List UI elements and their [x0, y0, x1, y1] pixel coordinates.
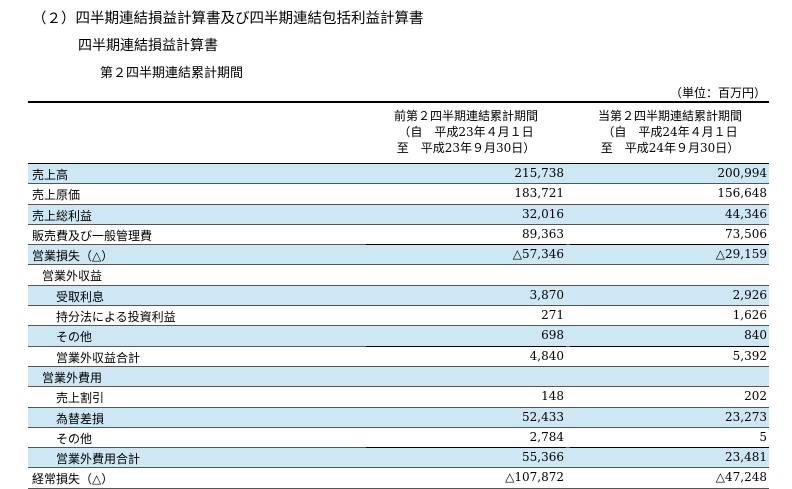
table-row: 受取利息 3,870 2,926 — [28, 285, 769, 307]
row-label: 営業外収益合計 — [56, 350, 141, 365]
prior-value: 32,016 — [522, 206, 564, 221]
row-label: 経常損失（△） — [32, 472, 114, 487]
row-label: 受取利息 — [56, 289, 105, 304]
prior-value: 148 — [541, 389, 564, 404]
prior-value: △57,346 — [512, 247, 564, 262]
table-row: その他 698 840 — [28, 326, 769, 347]
table-row: 販売費及び一般管理費 89,363 73,506 — [28, 225, 769, 246]
row-label: 営業損失（△） — [32, 249, 114, 264]
row-label: 売上原価 — [32, 188, 81, 203]
table-row: 為替差損 52,433 23,273 — [28, 407, 769, 428]
current-value: 5 — [759, 429, 767, 444]
row-label: 売上高 — [32, 168, 69, 182]
current-value: 23,481 — [725, 450, 767, 465]
prior-value: 698 — [541, 328, 564, 343]
row-label: その他 — [56, 330, 93, 345]
unit-label: （単位：百万円） — [669, 86, 766, 100]
prior-value: 55,366 — [522, 450, 564, 465]
prior-header-line: （自 平成23年４月１日 — [398, 125, 534, 139]
table-header: 前第２四半期連結累計期間 （自 平成23年４月１日 至 平成23年９月30日） … — [28, 103, 769, 164]
row-label: 営業外費用 — [42, 370, 103, 385]
current-value: 23,273 — [725, 409, 767, 424]
prior-value: 4,840 — [529, 348, 564, 363]
current-header-line: （自 平成24年４月１日 — [602, 125, 738, 139]
current-value: 156,648 — [717, 186, 767, 201]
table-row: 営業外収益 — [28, 265, 769, 286]
current-value: 200,994 — [717, 166, 767, 180]
current-value: 202 — [744, 389, 767, 404]
table-row: 持分法による投資利益 271 1,626 — [28, 306, 769, 327]
prior-header-line: 至 平成23年９月30日） — [396, 141, 536, 155]
current-value: △29,159 — [715, 247, 767, 262]
current-header-line: 当第２四半期連結累計期間 — [597, 109, 742, 123]
row-label: 売上総利益 — [32, 208, 93, 223]
current-value: 2,926 — [732, 287, 767, 302]
table-row: 営業外収益合計 4,840 5,392 — [28, 347, 769, 367]
statement-title: 四半期連結損益計算書 — [78, 38, 218, 54]
current-period-header: 当第２四半期連結累計期間 （自 平成24年４月１日 至 平成24年９月30日） — [570, 108, 770, 156]
prior-header-line: 前第２四半期連結累計期間 — [393, 109, 538, 123]
prior-value: △107,872 — [505, 470, 564, 485]
row-label: 営業外収益 — [42, 269, 103, 284]
current-header-line: 至 平成24年９月30日） — [600, 141, 740, 155]
table-row: 売上高 215,738 200,994 — [28, 164, 769, 185]
table-row: 売上割引 148 202 — [28, 387, 769, 408]
prior-value: 3,870 — [529, 287, 564, 302]
table-row: 営業外費用合計 55,366 23,481 — [28, 448, 769, 469]
row-label: 持分法による投資利益 — [56, 310, 176, 325]
prior-value: 271 — [541, 308, 564, 323]
table-row: 売上総利益 32,016 44,346 — [28, 204, 769, 225]
section-title: （２）四半期連結損益計算書及び四半期連結包括利益計算書 — [32, 11, 424, 27]
row-label: 売上割引 — [56, 391, 105, 406]
current-value: 1,626 — [732, 308, 767, 323]
current-value: 5,392 — [732, 348, 767, 363]
prior-value: 89,363 — [522, 226, 564, 241]
financial-statement-page: （２）四半期連結損益計算書及び四半期連結包括利益計算書 四半期連結損益計算書 第… — [0, 0, 792, 489]
prior-value: 2,784 — [529, 429, 564, 444]
prior-value: 215,738 — [514, 166, 564, 180]
table-body: 売上高 215,738 200,994 売上原価 183,721 156,648 売上総利益… — [28, 164, 769, 489]
row-label: その他 — [56, 431, 93, 446]
period-title: 第２四半期連結累計期間 — [100, 66, 244, 81]
table-row: 営業損失（△） △57,346 △29,159 — [28, 245, 769, 266]
row-label: 販売費及び一般管理費 — [32, 228, 153, 243]
table-row: その他 2,784 5 — [28, 428, 769, 449]
row-label: 為替差損 — [56, 411, 105, 426]
income-statement-table: 前第２四半期連結累計期間 （自 平成23年４月１日 至 平成23年９月30日） … — [28, 101, 769, 489]
current-value: 44,346 — [725, 206, 767, 221]
table-row: 経常損失（△） △107,872 △47,248 — [28, 468, 769, 489]
prior-value: 52,433 — [522, 409, 564, 424]
current-value: △47,248 — [715, 470, 767, 485]
prior-value: 183,721 — [514, 186, 564, 201]
table-row: 売上原価 183,721 156,648 — [28, 184, 769, 205]
current-value: 73,506 — [725, 226, 767, 241]
row-label: 営業外費用合計 — [56, 452, 141, 467]
current-value: 840 — [744, 328, 767, 343]
prior-period-header: 前第２四半期連結累計期間 （自 平成23年４月１日 至 平成23年９月30日） — [366, 108, 566, 156]
table-row: 営業外費用 — [28, 366, 769, 388]
